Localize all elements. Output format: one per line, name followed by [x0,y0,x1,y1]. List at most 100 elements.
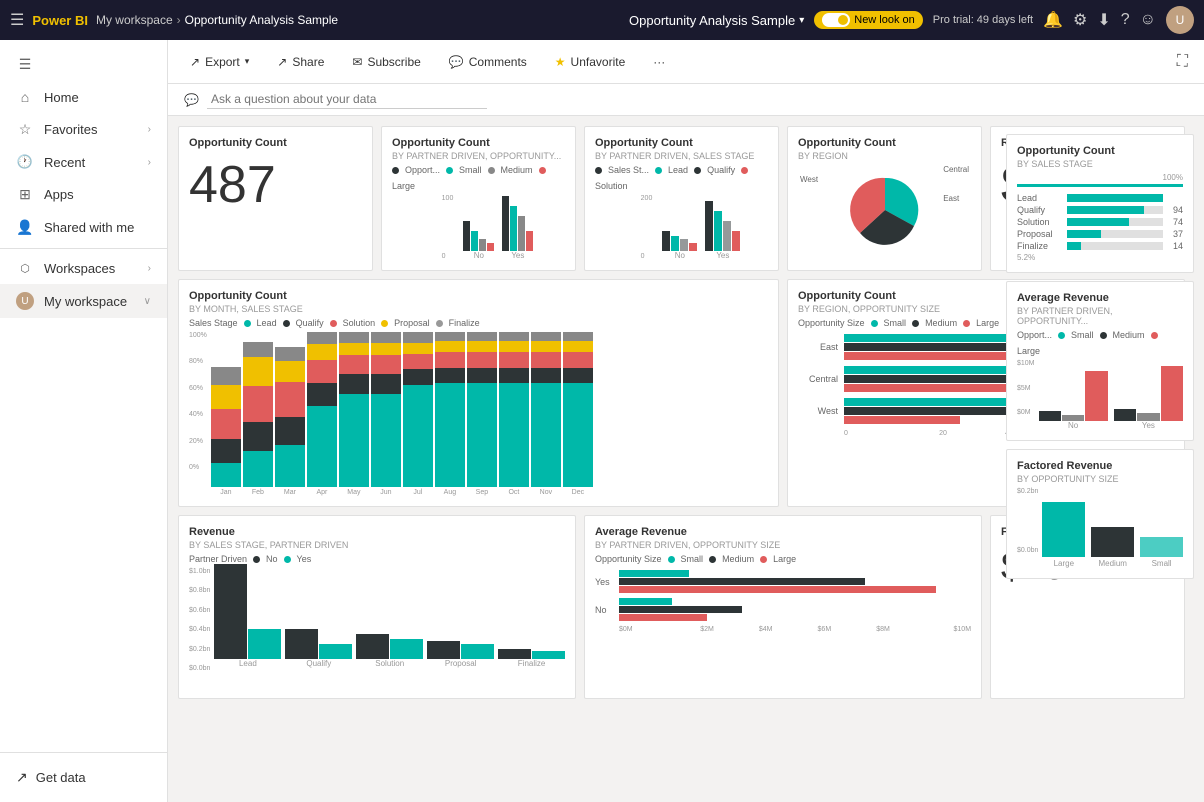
card-opp-stage-subtitle: BY PARTNER DRIVEN, SALES STAGE [595,151,768,161]
unfavorite-button[interactable]: ★ Unfavorite [549,51,631,73]
sidebar-label-recent: Recent [44,155,138,170]
sidebar-item-my-workspace[interactable]: U My workspace ∨ [0,284,167,318]
card-revenue-stage-title: Revenue [189,526,565,538]
card-opp-sales-stage-right-title: Opportunity Count [1017,145,1183,157]
workspaces-arrow: › [148,263,151,274]
new-look-toggle[interactable]: New look on [814,11,923,29]
card-opp-month: Opportunity Count BY MONTH, SALES STAGE … [178,279,779,507]
sidebar-bottom: ↗ Get data [0,752,167,802]
my-workspace-arrow: ∨ [144,296,151,307]
emoji-icon[interactable]: ☺ [1140,11,1156,29]
sidebar-label-shared: Shared with me [44,220,151,235]
export-chevron: ▾ [245,56,250,67]
card-opp-region-subtitle: BY REGION [798,151,971,161]
sidebar-label-favorites: Favorites [44,122,138,137]
card-opp-partner-subtitle: BY PARTNER DRIVEN, OPPORTUNITY... [392,151,565,161]
download-icon[interactable]: ⬇ [1097,10,1110,30]
get-data-icon: ↗ [16,769,28,786]
breadcrumb: My workspace › Opportunity Analysis Samp… [96,13,338,27]
my-workspace-icon: U [16,292,34,310]
sales-stage-100pct: 100% [1017,173,1183,182]
comments-icon: 💬 [449,55,464,69]
settings-icon[interactable]: ⚙ [1073,10,1087,30]
card-opp-count: Opportunity Count 487 [178,126,373,271]
card-factored-revenue-size: Factored Revenue BY OPPORTUNITY SIZE $0.… [1006,449,1194,579]
card-avg-revenue-right: Average Revenue BY PARTNER DRIVEN, OPPOR… [1006,281,1194,441]
sidebar-item-apps[interactable]: ⊞ Apps [0,178,167,211]
help-icon[interactable]: ? [1121,11,1130,29]
subscribe-label: Subscribe [367,55,420,69]
card-revenue-stage-legend: Partner Driven No Yes [189,554,565,564]
unfavorite-label: Unfavorite [571,55,626,69]
sidebar-item-shared[interactable]: 👤 Shared with me [0,211,167,244]
card-factored-revenue-size-title: Factored Revenue [1017,460,1183,472]
card-opp-sales-stage-right: Opportunity Count BY SALES STAGE 100% Le… [1006,134,1194,273]
sidebar: ☰ ⌂ Home ☆ Favorites › 🕐 Recent › ⊞ Apps… [0,40,168,802]
card-opp-month-title: Opportunity Count [189,290,768,302]
sidebar-item-recent[interactable]: 🕐 Recent › [0,146,167,178]
workspace-link[interactable]: My workspace [96,13,173,27]
recent-arrow: › [148,157,151,168]
workspaces-icon: ⬡ [16,262,34,275]
card-opp-month-subtitle: BY MONTH, SALES STAGE [189,304,768,314]
avatar[interactable]: U [1166,6,1194,34]
card-avg-revenue-right-title: Average Revenue [1017,292,1183,304]
get-data-label: Get data [36,770,86,785]
sidebar-label-apps: Apps [44,187,151,202]
card-opp-count-value: 487 [189,159,362,211]
card-avg-revenue-partner-legend: Opportunity Size Small Medium Large [595,554,971,564]
hamburger-icon[interactable]: ☰ [10,10,24,30]
card-revenue-stage: Revenue BY SALES STAGE, PARTNER DRIVEN P… [178,515,576,699]
center-report-title[interactable]: Opportunity Analysis Sample ▾ [629,13,804,28]
card-opp-region-title: Opportunity Count [798,137,971,149]
card-opp-month-legend: Sales Stage Lead Qualify Solution Propos… [189,318,768,328]
card-opp-stage-title: Opportunity Count [595,137,768,149]
collapse-icon: ☰ [16,56,34,73]
card-opp-partner-title: Opportunity Count [392,137,565,149]
sidebar-label-workspaces: Workspaces [44,261,138,276]
subscribe-icon: ✉ [352,55,362,69]
pie-chart-svg [830,165,940,245]
card-avg-revenue-partner: Average Revenue BY PARTNER DRIVEN, OPPOR… [584,515,982,699]
export-label: Export [205,55,240,69]
get-data-button[interactable]: ↗ Get data [16,761,151,794]
share-icon: ↗ [277,55,287,69]
card-avg-revenue-partner-title: Average Revenue [595,526,971,538]
subscribe-button[interactable]: ✉ Subscribe [346,51,426,73]
comments-label: Comments [469,55,527,69]
notifications-icon[interactable]: 🔔 [1043,10,1063,30]
card-opp-partner-legend: Opport... Small Medium Large [392,165,565,191]
sidebar-divider [0,248,167,249]
more-button[interactable]: ··· [647,51,671,73]
card-opp-region: Opportunity Count BY REGION Central East [787,126,982,271]
sidebar-item-workspaces[interactable]: ⬡ Workspaces › [0,253,167,284]
trial-badge: Pro trial: 49 days left [933,14,1033,26]
share-button[interactable]: ↗ Share [271,51,330,73]
card-opp-partner: Opportunity Count BY PARTNER DRIVEN, OPP… [381,126,576,271]
card-factored-revenue-size-subtitle: BY OPPORTUNITY SIZE [1017,474,1183,484]
sidebar-item-favorites[interactable]: ☆ Favorites › [0,113,167,146]
qna-input[interactable] [207,90,487,109]
right-column: Opportunity Count BY SALES STAGE 100% Le… [1002,40,1204,802]
comments-button[interactable]: 💬 Comments [443,51,533,73]
more-label: ··· [653,55,665,69]
sidebar-item-home[interactable]: ⌂ Home [0,81,167,113]
card-revenue-stage-subtitle: BY SALES STAGE, PARTNER DRIVEN [189,540,565,550]
card-avg-revenue-right-legend: Opport... Small Medium Large [1017,330,1183,356]
sidebar-label-home: Home [44,90,151,105]
qna-icon: 💬 [184,93,199,107]
home-icon: ⌂ [16,89,34,105]
export-button[interactable]: ↗ Export ▾ [184,51,255,73]
sidebar-collapse[interactable]: ☰ [0,48,167,81]
sidebar-label-my-workspace: My workspace [44,294,134,309]
shared-icon: 👤 [16,219,34,236]
export-icon: ↗ [190,55,200,69]
card-avg-revenue-right-subtitle: BY PARTNER DRIVEN, OPPORTUNITY... [1017,306,1183,326]
favorites-arrow: › [148,124,151,135]
card-opp-stage: Opportunity Count BY PARTNER DRIVEN, SAL… [584,126,779,271]
star-icon: ★ [555,55,566,69]
card-opp-sales-stage-right-subtitle: BY SALES STAGE [1017,159,1183,169]
sales-stage-note: 5.2% [1017,253,1183,262]
card-opp-count-title: Opportunity Count [189,137,362,149]
top-navigation: ☰ Power BI My workspace › Opportunity An… [0,0,1204,40]
